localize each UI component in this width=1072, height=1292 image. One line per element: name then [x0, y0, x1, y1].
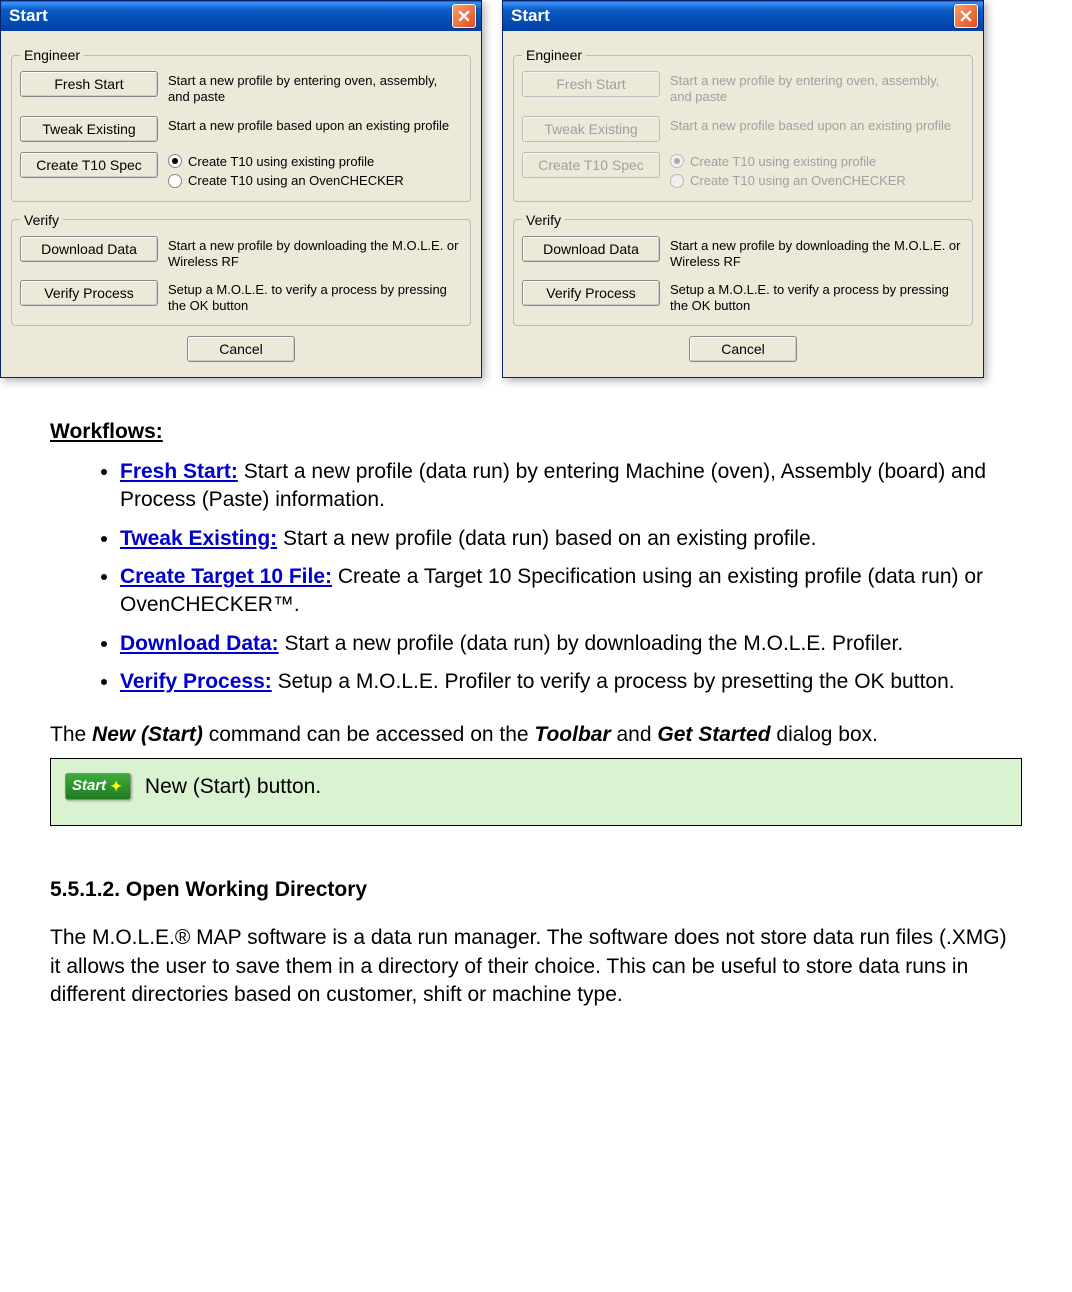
verify-process-button[interactable]: Verify Process [20, 280, 158, 306]
tweak-existing-desc: Start a new profile based upon an existi… [670, 116, 951, 134]
radio-existing-profile: Create T10 using existing profile [670, 152, 906, 172]
dialog-body: Engineer Fresh Start Start a new profile… [503, 31, 983, 377]
fresh-start-desc: Start a new profile by entering oven, as… [168, 71, 462, 106]
t10-radio-group: Create T10 using existing profile Create… [670, 152, 906, 191]
star-icon: ✦ [110, 777, 122, 796]
verify-legend: Verify [522, 212, 565, 228]
fresh-start-button: Fresh Start [522, 71, 660, 97]
radio-label: Create T10 using an OvenCHECKER [690, 171, 906, 191]
new-start-term: New (Start) [92, 723, 203, 746]
download-data-button[interactable]: Download Data [20, 236, 158, 262]
note-box: Start✦ New (Start) button. [50, 758, 1022, 826]
radio-label: Create T10 using existing profile [690, 152, 876, 172]
radio-ovenchecker: Create T10 using an OvenCHECKER [670, 171, 906, 191]
document-text: Workflows: Fresh Start: Start a new prof… [0, 418, 1072, 1048]
list-item: Download Data: Start a new profile (data… [120, 630, 1022, 658]
engineer-group: Engineer Fresh Start Start a new profile… [11, 47, 471, 202]
create-t10-button[interactable]: Create T10 Spec [20, 152, 158, 178]
radio-icon [670, 174, 684, 188]
radio-ovenchecker[interactable]: Create T10 using an OvenCHECKER [168, 171, 404, 191]
item-text: Start a new profile (data run) by enteri… [120, 460, 986, 511]
download-data-button[interactable]: Download Data [522, 236, 660, 262]
start-badge-icon: Start✦ [65, 773, 131, 800]
window-title: Start [511, 6, 550, 26]
engineer-legend: Engineer [20, 47, 84, 63]
access-line: The New (Start) command can be accessed … [50, 721, 1022, 749]
create-t10-button: Create T10 Spec [522, 152, 660, 178]
fresh-start-desc: Start a new profile by entering oven, as… [670, 71, 964, 106]
list-item: Tweak Existing: Start a new profile (dat… [120, 525, 1022, 553]
close-icon[interactable] [954, 4, 978, 28]
window-title: Start [9, 6, 48, 26]
cancel-button[interactable]: Cancel [187, 336, 295, 362]
radio-icon [168, 174, 182, 188]
section-body: The M.O.L.E.® MAP software is a data run… [50, 924, 1022, 1009]
link-download-data[interactable]: Download Data: [120, 632, 279, 655]
tweak-existing-button: Tweak Existing [522, 116, 660, 142]
verify-process-desc: Setup a M.O.L.E. to verify a process by … [670, 280, 964, 315]
verify-group: Verify Download Data Start a new profile… [11, 212, 471, 326]
t10-radio-group: Create T10 using existing profile Create… [168, 152, 404, 191]
radio-label: Create T10 using existing profile [188, 152, 374, 172]
verify-group: Verify Download Data Start a new profile… [513, 212, 973, 326]
verify-process-button[interactable]: Verify Process [522, 280, 660, 306]
start-dialog-disabled: Start Engineer Fresh Start Start a new p… [502, 0, 984, 378]
badge-label: Start [72, 776, 106, 796]
start-dialog-enabled: Start Engineer Fresh Start Start a new p… [0, 0, 482, 378]
radio-existing-profile[interactable]: Create T10 using existing profile [168, 152, 404, 172]
engineer-group-disabled: Engineer Fresh Start Start a new profile… [513, 47, 973, 202]
toolbar-term: Toolbar [534, 723, 610, 746]
workflows-heading: Workflows: [50, 418, 1022, 446]
item-text: Setup a M.O.L.E. Profiler to verify a pr… [272, 670, 955, 693]
link-fresh-start[interactable]: Fresh Start: [120, 460, 238, 483]
link-verify-process[interactable]: Verify Process: [120, 670, 272, 693]
get-started-term: Get Started [657, 723, 770, 746]
fresh-start-button[interactable]: Fresh Start [20, 71, 158, 97]
verify-legend: Verify [20, 212, 63, 228]
tweak-existing-button[interactable]: Tweak Existing [20, 116, 158, 142]
note-text: New (Start) button. [145, 773, 321, 801]
workflows-list: Fresh Start: Start a new profile (data r… [50, 458, 1022, 696]
list-item: Create Target 10 File: Create a Target 1… [120, 563, 1022, 620]
link-tweak-existing[interactable]: Tweak Existing: [120, 527, 277, 550]
titlebar[interactable]: Start [503, 1, 983, 31]
dialogs-row: Start Engineer Fresh Start Start a new p… [0, 0, 1072, 418]
section-heading: 5.5.1.2. Open Working Directory [50, 876, 1022, 904]
download-data-desc: Start a new profile by downloading the M… [670, 236, 964, 271]
list-item: Fresh Start: Start a new profile (data r… [120, 458, 1022, 515]
link-create-t10[interactable]: Create Target 10 File: [120, 565, 332, 588]
tweak-existing-desc: Start a new profile based upon an existi… [168, 116, 449, 134]
item-text: Start a new profile (data run) by downlo… [279, 632, 903, 655]
radio-icon [168, 154, 182, 168]
verify-process-desc: Setup a M.O.L.E. to verify a process by … [168, 280, 462, 315]
item-text: Start a new profile (data run) based on … [277, 527, 816, 550]
engineer-legend: Engineer [522, 47, 586, 63]
list-item: Verify Process: Setup a M.O.L.E. Profile… [120, 668, 1022, 696]
download-data-desc: Start a new profile by downloading the M… [168, 236, 462, 271]
radio-label: Create T10 using an OvenCHECKER [188, 171, 404, 191]
titlebar[interactable]: Start [1, 1, 481, 31]
dialog-body: Engineer Fresh Start Start a new profile… [1, 31, 481, 377]
cancel-button[interactable]: Cancel [689, 336, 797, 362]
radio-icon [670, 154, 684, 168]
close-icon[interactable] [452, 4, 476, 28]
